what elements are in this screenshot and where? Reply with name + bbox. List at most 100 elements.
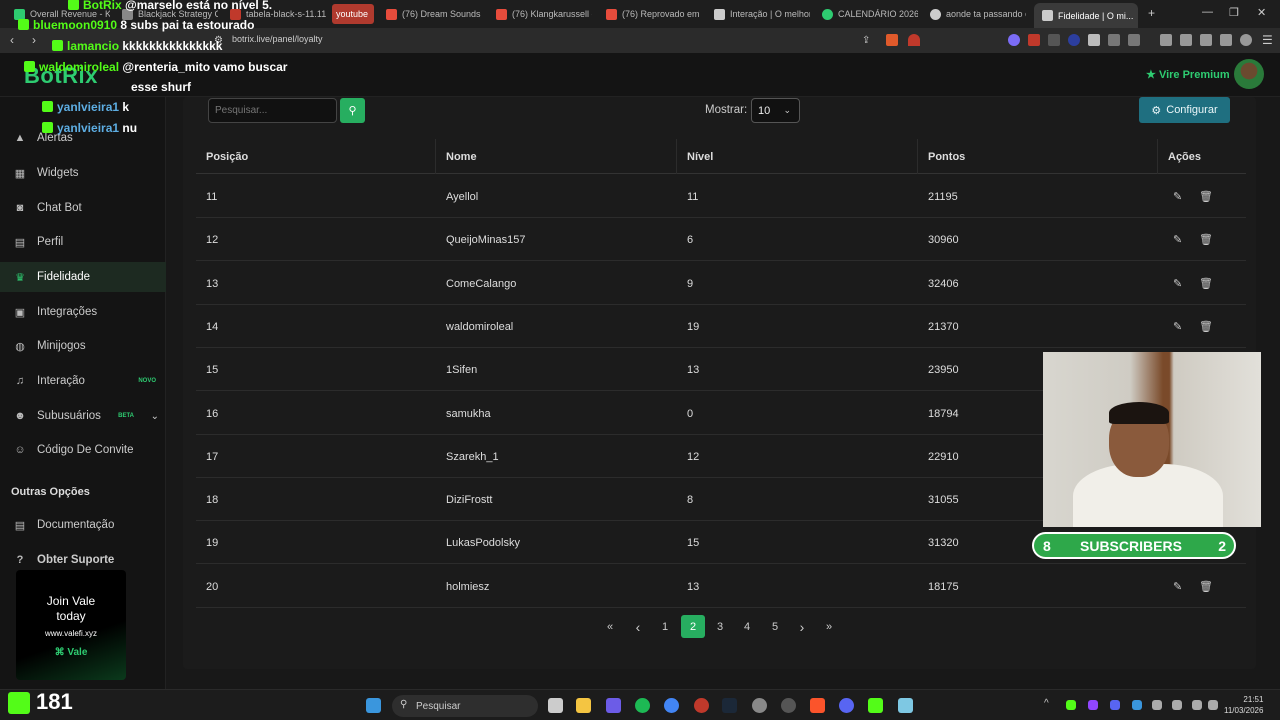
opera-icon[interactable]: [694, 698, 709, 713]
sidebar-item-codigo-convite[interactable]: ☺ Código De Convite: [0, 435, 166, 465]
extension-icon[interactable]: [1008, 34, 1020, 46]
sidebar-item-minijogos[interactable]: ◍ Minijogos: [0, 331, 166, 361]
browser-tab-group[interactable]: youtube: [332, 4, 374, 24]
notepad-icon[interactable]: [898, 698, 913, 713]
chevron-down-icon[interactable]: ⌄: [151, 411, 159, 422]
sidebar-icon[interactable]: [1180, 34, 1192, 46]
browser-tab[interactable]: (76) Klangkarussell -...: [496, 4, 592, 24]
taskbar-search[interactable]: ⚲ Pesquisar: [392, 695, 538, 717]
trash-icon[interactable]: 🗑: [1199, 320, 1213, 333]
search-input[interactable]: [208, 98, 337, 123]
next-page-button[interactable]: ›: [790, 615, 814, 638]
extension-icon[interactable]: [1088, 34, 1100, 46]
app-icon[interactable]: [606, 698, 621, 713]
sidebar-item-fidelidade[interactable]: ♛ Fidelidade: [0, 262, 166, 292]
brave-shield-icon[interactable]: [886, 34, 898, 46]
page-3-button[interactable]: 3: [708, 615, 732, 638]
column-header[interactable]: Nome: [446, 151, 477, 163]
media-icon[interactable]: [1160, 34, 1172, 46]
page-5-button[interactable]: 5: [763, 615, 787, 638]
sidebar-item-integracoes[interactable]: ▣ Integrações: [0, 297, 166, 327]
close-window-icon[interactable]: ✕: [1257, 6, 1266, 19]
discord-icon[interactable]: [839, 698, 854, 713]
new-tab-icon[interactable]: +: [1148, 6, 1155, 20]
screenshot-icon[interactable]: [1128, 34, 1140, 46]
column-header[interactable]: Posição: [206, 151, 248, 163]
sidebar-item-chat-bot[interactable]: ◙ Chat Bot: [0, 193, 166, 223]
spotify-icon[interactable]: [635, 698, 650, 713]
restore-icon[interactable]: ❐: [1229, 6, 1239, 19]
trash-icon[interactable]: 🗑: [1199, 190, 1213, 203]
battery-icon[interactable]: [1208, 700, 1218, 710]
tray-icon[interactable]: [1088, 700, 1098, 710]
bluetooth-icon[interactable]: [1132, 700, 1142, 710]
app-icon[interactable]: [781, 698, 796, 713]
column-header[interactable]: Nível: [687, 151, 713, 163]
tab-favicon-icon: [1042, 10, 1053, 21]
browser-tab[interactable]: (76) Reprovado em to...: [606, 4, 702, 24]
page-1-button[interactable]: 1: [653, 615, 677, 638]
edit-icon[interactable]: ✎: [1173, 190, 1182, 203]
page-2-button[interactable]: 2: [681, 615, 705, 638]
back-icon[interactable]: ‹: [10, 33, 14, 47]
trash-icon[interactable]: 🗑: [1199, 233, 1213, 246]
sidebar-item-perfil[interactable]: ▤ Perfil: [0, 227, 166, 257]
browser-tab[interactable]: CALENDÁRIO 2026 c...: [822, 4, 918, 24]
tray-icon[interactable]: [1066, 700, 1076, 710]
file-explorer-icon[interactable]: [576, 698, 591, 713]
tray-icon[interactable]: [1110, 700, 1120, 710]
edit-icon[interactable]: ✎: [1173, 233, 1182, 246]
kick-icon[interactable]: [868, 698, 883, 713]
chrome-icon[interactable]: [664, 698, 679, 713]
vpn-icon[interactable]: [1240, 34, 1252, 46]
app-icon[interactable]: [752, 698, 767, 713]
prev-page-button[interactable]: ‹: [626, 615, 650, 638]
edit-icon[interactable]: ✎: [1173, 580, 1182, 593]
extension-icon[interactable]: [1028, 34, 1040, 46]
page-4-button[interactable]: 4: [735, 615, 759, 638]
url-field[interactable]: botrix.live/panel/loyalty: [232, 34, 323, 44]
trash-icon[interactable]: 🗑: [1199, 277, 1213, 290]
brave-icon[interactable]: [810, 698, 825, 713]
clock[interactable]: 21:51 11/03/2026: [1224, 694, 1263, 716]
browser-tab[interactable]: aonde ta passando o...: [930, 4, 1026, 24]
edit-icon[interactable]: ✎: [1173, 277, 1182, 290]
extension-icon[interactable]: [1068, 34, 1080, 46]
brave-rewards-icon[interactable]: [908, 34, 920, 46]
search-button[interactable]: ⚲: [340, 98, 365, 123]
volume-icon[interactable]: [1172, 700, 1182, 710]
last-page-button[interactable]: »: [817, 615, 841, 638]
premium-link[interactable]: ★ Vire Premium: [1146, 68, 1230, 81]
sidebar-item-widgets[interactable]: ▦ Widgets: [0, 158, 166, 188]
leo-icon[interactable]: [1220, 34, 1232, 46]
menu-icon[interactable]: ☰: [1262, 33, 1273, 47]
wallet-icon[interactable]: [1200, 34, 1212, 46]
extension-icon[interactable]: [1048, 34, 1060, 46]
browser-tab[interactable]: (76) Dream Sounds |...: [386, 4, 482, 24]
page-size-select[interactable]: 10 ⌄: [751, 98, 800, 123]
share-icon[interactable]: ⇪: [862, 35, 870, 46]
first-page-button[interactable]: «: [598, 615, 622, 638]
viewer-count: 181: [36, 689, 73, 714]
task-view-icon[interactable]: [548, 698, 563, 713]
forward-icon[interactable]: ›: [32, 33, 36, 47]
sidebar-item-subusuarios[interactable]: ☻ Subusuários BETA ⌄: [0, 401, 166, 431]
sidebar-item-documentacao[interactable]: ▤ Documentação: [0, 510, 166, 540]
configure-button[interactable]: ⚙ Configurar: [1139, 97, 1230, 123]
avatar[interactable]: [1234, 59, 1264, 89]
edit-icon[interactable]: ✎: [1173, 320, 1182, 333]
browser-tab[interactable]: Interação | O melhor...: [714, 4, 810, 24]
trash-icon[interactable]: 🗑: [1199, 580, 1213, 593]
minimize-icon[interactable]: —: [1202, 6, 1213, 18]
steam-icon[interactable]: [722, 698, 737, 713]
vale-promo-banner[interactable]: Join Vale today www.valefi.xyz ⌘ Vale: [16, 570, 126, 680]
browser-tab-active[interactable]: Fidelidade | O mi...✕: [1034, 3, 1138, 28]
sidebar-item-interacao[interactable]: ♫ Interação NOVO: [0, 366, 166, 396]
webcam-overlay: [1043, 352, 1261, 527]
start-icon[interactable]: [366, 698, 381, 713]
extensions-icon[interactable]: [1108, 34, 1120, 46]
chevron-up-icon[interactable]: ^: [1044, 698, 1049, 709]
microphone-icon[interactable]: [1152, 700, 1162, 710]
network-icon[interactable]: [1192, 700, 1202, 710]
column-header[interactable]: Pontos: [928, 151, 965, 163]
